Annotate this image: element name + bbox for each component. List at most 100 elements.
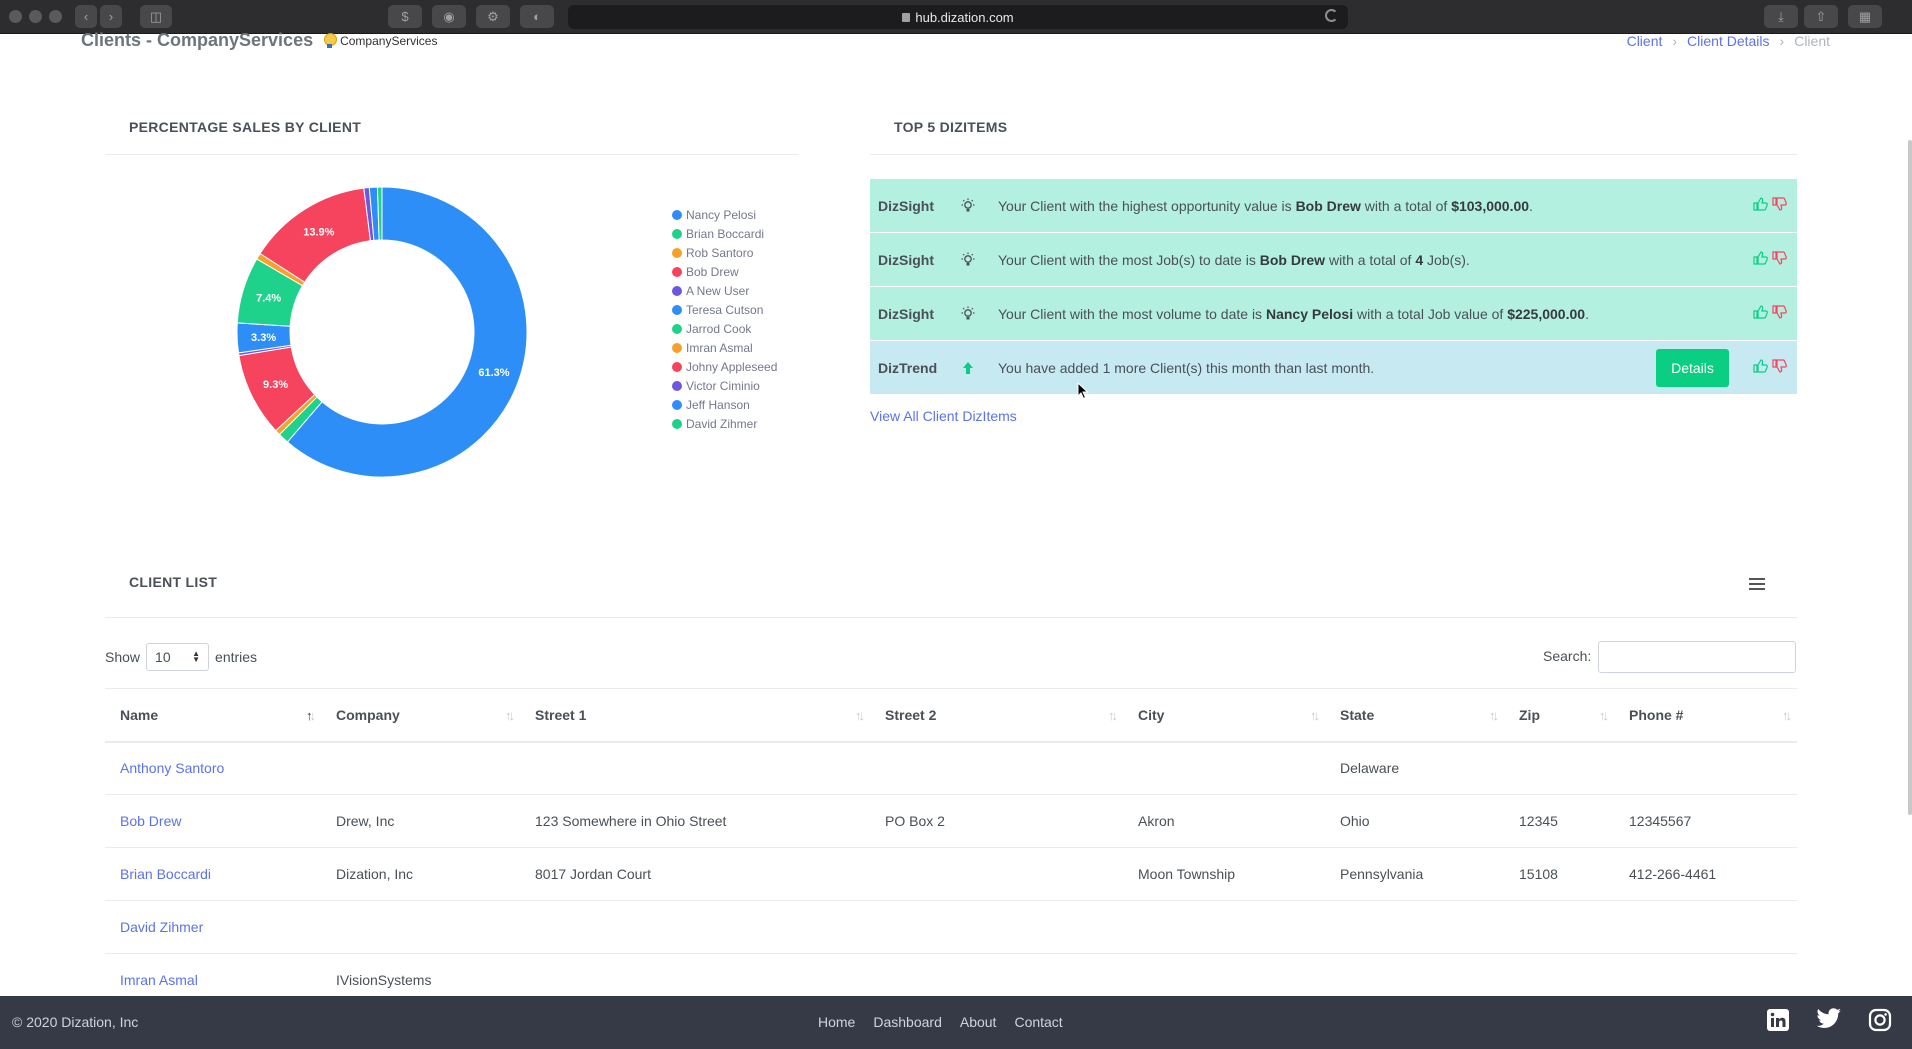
client-name-link[interactable]: Anthony Santoro bbox=[120, 760, 224, 776]
copyright-text: © 2020 Dization, Inc bbox=[12, 1014, 139, 1030]
tab-overview-button[interactable]: ▦ bbox=[1848, 5, 1882, 28]
table-cell bbox=[520, 900, 870, 954]
downloads-button[interactable]: ⤓ bbox=[1764, 5, 1798, 28]
instagram-icon[interactable] bbox=[1868, 1008, 1892, 1032]
footer-link-dashboard[interactable]: Dashboard bbox=[873, 1014, 942, 1030]
share-button[interactable]: ⇧ bbox=[1804, 5, 1838, 28]
thumbs-up-icon[interactable] bbox=[1753, 251, 1768, 268]
client-name-link[interactable]: Imran Asmal bbox=[120, 972, 198, 988]
show-label: Show bbox=[105, 649, 141, 665]
extension-button-2[interactable]: ◉ bbox=[432, 5, 466, 28]
thumbs-down-icon[interactable] bbox=[1772, 251, 1787, 268]
forward-button[interactable]: › bbox=[100, 5, 122, 28]
table-cell bbox=[1123, 900, 1325, 954]
footer-link-about[interactable]: About bbox=[960, 1014, 997, 1030]
column-header-state[interactable]: State ↑↓ bbox=[1325, 688, 1504, 743]
extension-button-1[interactable]: $ bbox=[388, 5, 422, 28]
legend-item[interactable]: Victor Ciminio bbox=[672, 376, 777, 395]
thumbs-up-icon[interactable] bbox=[1753, 305, 1768, 322]
close-window-button[interactable] bbox=[9, 10, 22, 23]
column-header-street1[interactable]: Street 1 ↑↓ bbox=[520, 688, 870, 743]
page-title: Clients - CompanyServices CompanyService… bbox=[81, 30, 437, 51]
column-header-city[interactable]: City ↑↓ bbox=[1123, 688, 1325, 743]
search-input[interactable] bbox=[1598, 641, 1796, 673]
legend-item[interactable]: Johny Appleseed bbox=[672, 357, 777, 376]
table-row: Brian Boccardi Dization, Inc 8017 Jordan C… bbox=[105, 847, 1797, 901]
reload-icon[interactable] bbox=[1325, 9, 1338, 22]
legend-item[interactable]: Teresa Cutson bbox=[672, 300, 777, 319]
address-bar[interactable]: hub.dization.com bbox=[568, 5, 1348, 29]
menu-icon[interactable] bbox=[1749, 578, 1765, 590]
dizitem-row: DizSight Your Client with the most Job(s… bbox=[870, 233, 1797, 286]
legend-item[interactable]: Imran Asmal bbox=[672, 338, 777, 357]
linkedin-icon[interactable] bbox=[1766, 1008, 1790, 1032]
legend-label: Bob Drew bbox=[686, 264, 739, 279]
table-cell: 12345 bbox=[1504, 794, 1614, 848]
breadcrumb-client-details[interactable]: Client Details bbox=[1687, 33, 1769, 49]
extension-button-3[interactable]: ⚙ bbox=[476, 5, 510, 28]
table-row: Bob Drew Drew, Inc 123 Somewhere in Ohio S… bbox=[105, 794, 1797, 848]
thumbs-up-icon[interactable] bbox=[1753, 359, 1768, 376]
page-scrollbar[interactable] bbox=[1908, 140, 1912, 815]
client-name-link[interactable]: Brian Boccardi bbox=[120, 866, 211, 882]
column-header-name[interactable]: Name ↑↓ bbox=[105, 688, 321, 743]
grammar-icon: ◉ bbox=[443, 8, 455, 24]
back-button[interactable]: ‹ bbox=[75, 5, 97, 28]
slice-label: 13.9% bbox=[303, 227, 334, 239]
legend-item[interactable]: David Zihmer bbox=[672, 414, 777, 433]
dizitem-text: Your Client with the most volume to date… bbox=[998, 305, 1589, 322]
client-name-link[interactable]: Bob Drew bbox=[120, 813, 181, 829]
extension-icon: $ bbox=[401, 9, 409, 24]
footer-link-contact[interactable]: Contact bbox=[1014, 1014, 1062, 1030]
legend-label: Teresa Cutson bbox=[686, 302, 764, 317]
column-header-street2[interactable]: Street 2 ↑↓ bbox=[870, 688, 1123, 743]
lock-icon bbox=[902, 12, 911, 22]
client-name-link[interactable]: David Zihmer bbox=[120, 919, 203, 935]
legend-item[interactable]: Jeff Hanson bbox=[672, 395, 777, 414]
sort-icon: ↑↓ bbox=[1310, 708, 1320, 723]
table-cell bbox=[1614, 900, 1797, 954]
sales-card-title: PERCENTAGE SALES BY CLIENT bbox=[129, 119, 362, 135]
minimize-window-button[interactable] bbox=[29, 10, 42, 23]
footer-link-home[interactable]: Home bbox=[818, 1014, 855, 1030]
zoom-window-button[interactable] bbox=[49, 10, 62, 23]
sort-ascending-icon: ↑↓ bbox=[306, 708, 316, 723]
legend-item[interactable]: Jarrod Cook bbox=[672, 319, 777, 338]
breadcrumb-separator: › bbox=[1779, 33, 1785, 49]
table-row: David Zihmer bbox=[105, 900, 1797, 954]
thumbs-down-icon[interactable] bbox=[1772, 197, 1787, 214]
thumbs-down-icon[interactable] bbox=[1772, 305, 1787, 322]
column-header-company[interactable]: Company ↑↓ bbox=[321, 688, 520, 743]
breadcrumb-client[interactable]: Client bbox=[1627, 33, 1663, 49]
table-cell bbox=[321, 741, 520, 795]
dizitem-text: Your Client with the most Job(s) to date… bbox=[998, 251, 1470, 268]
legend-item[interactable]: A New User bbox=[672, 281, 777, 300]
breadcrumb-separator: › bbox=[1672, 33, 1678, 49]
chevron-right-icon: › bbox=[108, 9, 114, 24]
dizitem-row: DizSight Your Client with the most volum… bbox=[870, 287, 1797, 340]
thumbs-up-icon[interactable] bbox=[1753, 197, 1768, 214]
lightbulb-logo-icon bbox=[323, 33, 338, 48]
entries-select[interactable]: 10 ▲ ▼ bbox=[146, 643, 210, 671]
sidebar-toggle-button[interactable]: ◫ bbox=[140, 5, 172, 28]
table-cell bbox=[870, 900, 1123, 954]
column-header-zip[interactable]: Zip ↑↓ bbox=[1504, 688, 1614, 743]
search-label: Search: bbox=[1543, 648, 1592, 664]
details-button[interactable]: Details bbox=[1656, 348, 1729, 387]
sales-donut-chart: 61.3% 9.3% 3.3% 7.4% 13.9% bbox=[236, 186, 528, 478]
legend-swatch bbox=[672, 228, 682, 239]
legend-label: David Zihmer bbox=[686, 416, 758, 431]
client-name-cell: David Zihmer bbox=[105, 900, 321, 954]
legend-item[interactable]: Bob Drew bbox=[672, 262, 777, 281]
column-header-phone[interactable]: Phone # ↑↓ bbox=[1614, 688, 1797, 743]
twitter-icon[interactable] bbox=[1816, 1008, 1842, 1032]
breadcrumb-current: Client bbox=[1794, 33, 1830, 49]
slice-label: 61.3% bbox=[478, 367, 509, 379]
legend-item[interactable]: Brian Boccardi bbox=[672, 224, 777, 243]
thumbs-down-icon[interactable] bbox=[1772, 359, 1787, 376]
extension-button-4[interactable]: ◐ bbox=[520, 5, 554, 28]
view-all-dizitems-link[interactable]: View All Client DizItems bbox=[870, 408, 1017, 424]
legend-item[interactable]: Nancy Pelosi bbox=[672, 205, 777, 224]
legend-item[interactable]: Rob Santoro bbox=[672, 243, 777, 262]
legend-label: Jarrod Cook bbox=[686, 321, 752, 336]
